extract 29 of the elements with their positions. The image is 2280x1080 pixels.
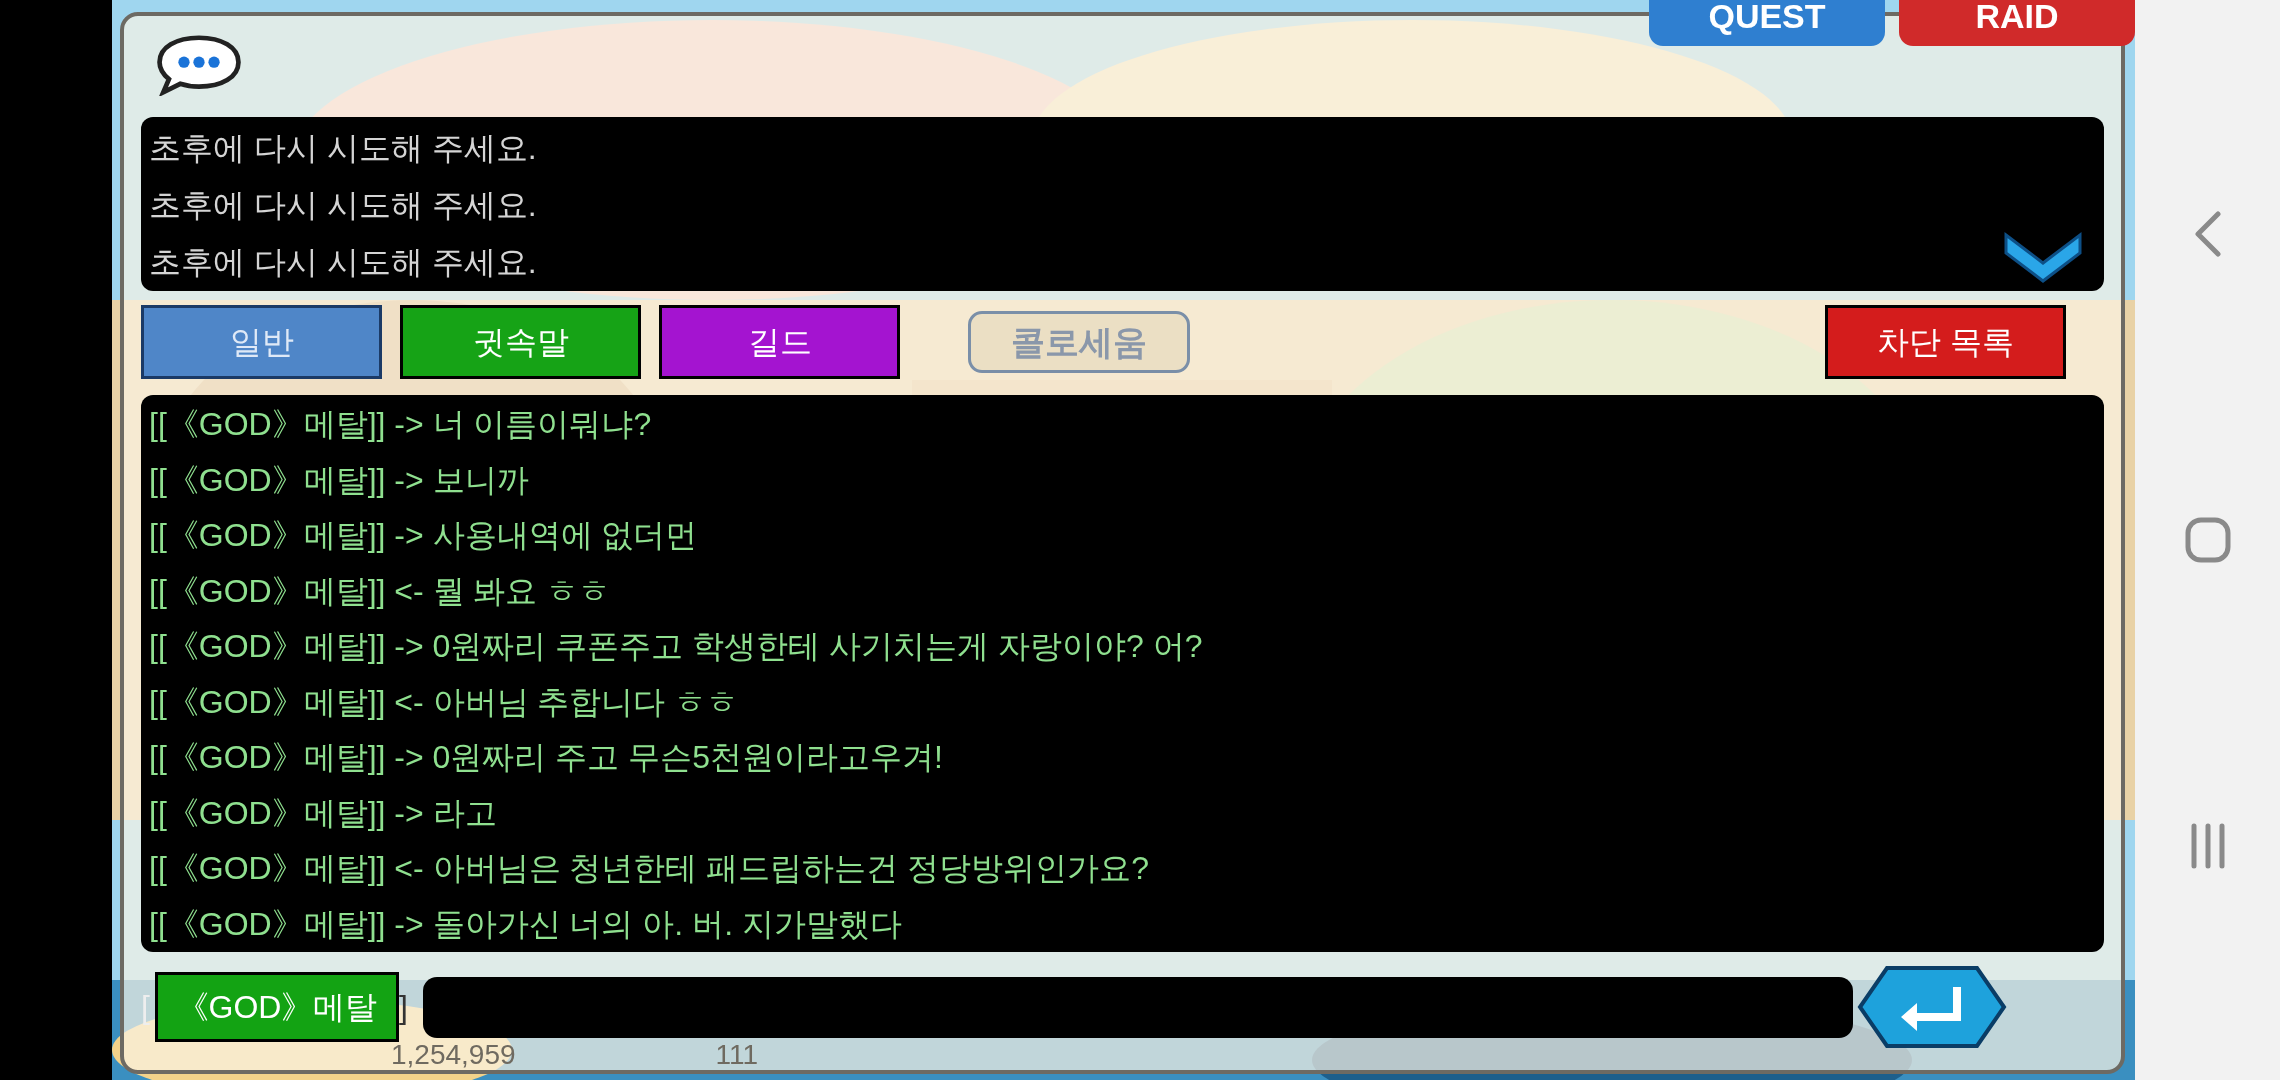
chat-message: [[《GOD》메탈]] <- 아버님은 청년한테 패드립하는건 정당방위인가요? <box>149 849 1151 888</box>
block-list-button[interactable]: 차단 목록 <box>1825 305 2066 379</box>
currency-amount: 111 <box>715 1040 759 1070</box>
enter-button[interactable] <box>1857 965 2007 1049</box>
chat-message: [[《GOD》메탈]] -> 너 이름이뭐냐? <box>149 405 653 444</box>
chat-message: [[《GOD》메탈]] -> 0원짜리 주고 무슨5천원이라고우겨! <box>149 738 944 777</box>
message-input[interactable] <box>423 976 1853 1038</box>
chat-message: [[《GOD》메탈]] -> 보니까 <box>149 460 530 500</box>
system-message: 초후에 다시 시도해 주세요. <box>149 186 538 225</box>
currency-amount: 1,254,959 <box>391 1040 516 1070</box>
chat-message: [[《GOD》메탈]] -> 0원짜리 쿠폰주고 학생한테 사기치는게 자랑이야? 어? <box>149 627 1204 666</box>
bracket-text: ] <box>399 988 409 1027</box>
chat-message: [[《GOD》메탈]] <- 뭘 봐요 ㅎㅎ <box>149 571 612 611</box>
chat-message: [[《GOD》메탈]] <- 아버님 추합니다 ㅎㅎ <box>149 682 740 722</box>
chat-tab[interactable]: 길드 <box>659 305 900 379</box>
chat-tab[interactable]: 귓속말 <box>400 305 641 379</box>
system-message: 초후에 다시 시도해 주세요. <box>149 129 538 168</box>
chat-message: [[《GOD》메탈]] -> 사용내역에 없더먼 <box>149 516 699 555</box>
game-menu-button[interactable]: RAID <box>1899 0 2135 46</box>
game-menu-button[interactable]: QUEST <box>1649 0 1885 46</box>
colosseum-sign: 콜로세움 <box>968 311 1190 373</box>
chat-message: [[《GOD》메탈]] -> 돌아가신 너의 아. 버. 지가말했다 <box>149 904 903 944</box>
bracket-text: [ <box>141 988 151 1027</box>
system-message: 초후에 다시 시도해 주세요. <box>149 243 538 282</box>
back-icon[interactable] <box>2193 210 2222 258</box>
home-icon[interactable] <box>2183 516 2232 564</box>
recipient-button[interactable]: 《GOD》메탈 <box>155 972 399 1042</box>
chat-tab[interactable]: 일반 <box>141 305 382 379</box>
chat-message: [[《GOD》메탈]] -> 라고 <box>149 793 498 833</box>
